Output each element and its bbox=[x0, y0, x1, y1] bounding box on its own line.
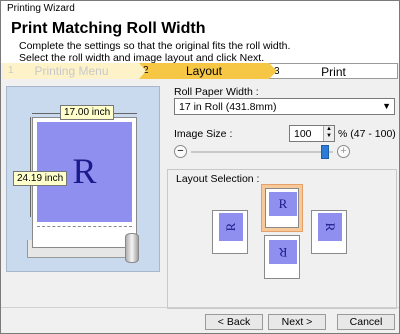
spin-buttons[interactable]: ▲ ▼ bbox=[323, 126, 334, 141]
description-line-1: Complete the settings so that the origin… bbox=[19, 40, 291, 52]
cut-line bbox=[37, 226, 132, 227]
layout-option-normal[interactable]: R bbox=[261, 184, 303, 232]
layout-option-image: R bbox=[318, 213, 342, 241]
image-size-label: Image Size : bbox=[174, 128, 233, 140]
chevron-down-icon: ▼ bbox=[382, 101, 391, 111]
cancel-button[interactable]: Cancel bbox=[337, 314, 395, 330]
roll-width-label: Roll Paper Width : bbox=[174, 86, 259, 98]
height-label: 24.19 inch bbox=[13, 171, 68, 186]
wizard-header: Print Matching Roll Width Complete the s… bbox=[1, 17, 399, 64]
layout-selection-label: Layout Selection : bbox=[174, 173, 262, 185]
step-layout: 2 Layout bbox=[139, 63, 269, 79]
step-label: Layout bbox=[185, 64, 223, 78]
layout-option-paper: R bbox=[265, 188, 299, 228]
image-size-slider[interactable] bbox=[191, 151, 333, 153]
printing-wizard-window: Printing Wizard Print Matching Roll Widt… bbox=[0, 0, 400, 334]
next-button[interactable]: Next > bbox=[268, 314, 326, 330]
step-label: Print bbox=[321, 65, 346, 79]
image-size-value: 100 bbox=[294, 128, 312, 140]
image-size-range: % (47 - 100) bbox=[338, 128, 396, 140]
roll-width-value: 17 in Roll (431.8mm) bbox=[179, 101, 277, 113]
layout-option-rotate-180[interactable]: R bbox=[264, 235, 300, 279]
back-button[interactable]: < Back bbox=[205, 314, 263, 330]
roll-width-select[interactable]: 17 in Roll (431.8mm) ▼ bbox=[174, 98, 395, 115]
step-arrow bbox=[269, 63, 277, 79]
width-label: 17.00 inch bbox=[60, 105, 115, 120]
layout-option-rotate-left[interactable]: R bbox=[212, 210, 248, 254]
step-printing-menu: 1 Printing Menu bbox=[4, 63, 139, 79]
footer-divider bbox=[1, 307, 399, 308]
slider-thumb[interactable] bbox=[321, 145, 329, 159]
height-dimension-line bbox=[30, 117, 31, 217]
step-label: Printing Menu bbox=[34, 64, 109, 78]
paper-roll-icon bbox=[125, 233, 139, 263]
page-title: Print Matching Roll Width bbox=[11, 20, 206, 37]
layout-option-image: R bbox=[269, 192, 297, 216]
layout-preview: R 17.00 inch 24.19 inch bbox=[6, 86, 160, 272]
image-size-stepper[interactable]: 100 ▲ ▼ bbox=[289, 125, 335, 142]
wizard-steps: 1 Printing Menu 2 Layout 3 Print bbox=[4, 63, 398, 79]
zoom-in-icon[interactable]: + bbox=[337, 145, 350, 158]
step-print: 3 Print bbox=[269, 63, 398, 79]
zoom-out-icon[interactable]: − bbox=[174, 145, 187, 158]
step-arrow bbox=[139, 63, 146, 79]
window-title: Printing Wizard bbox=[1, 1, 399, 17]
layout-option-image: R bbox=[219, 213, 243, 241]
layout-option-rotate-right[interactable]: R bbox=[311, 210, 347, 254]
layout-option-image: R bbox=[269, 240, 297, 264]
